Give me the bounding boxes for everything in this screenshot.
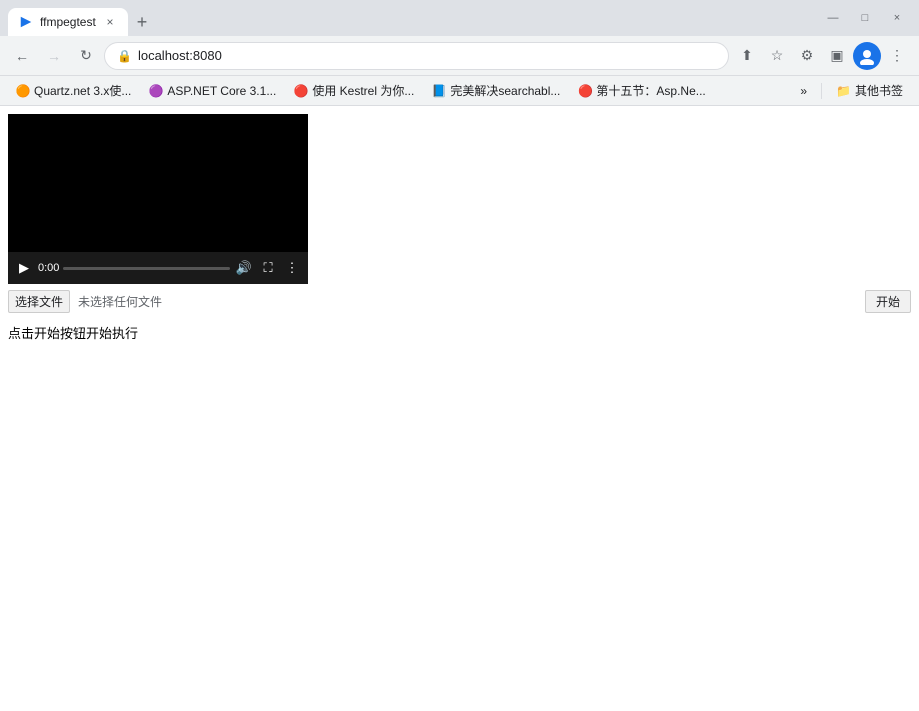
bookmark-label-quartz: Quartz.net 3.x使... bbox=[34, 82, 131, 99]
bookmark-favicon-simple: 📘 bbox=[432, 84, 446, 98]
fullscreen-button[interactable]: ⛶ bbox=[258, 258, 278, 278]
bookmark-simple[interactable]: 📘 完美解决searchabl... bbox=[424, 79, 568, 102]
folder-icon: 📁 bbox=[836, 84, 851, 98]
status-text: 点击开始按钮开始执行 bbox=[8, 323, 911, 342]
video-controls-bar: ▶ 0:00 🔊 ⛶ ⋮ bbox=[8, 252, 308, 284]
bookmark-favicon-aspnet: 🟣 bbox=[149, 84, 163, 98]
video-progress-bar[interactable] bbox=[63, 267, 230, 270]
share-icon[interactable]: ⬆ bbox=[733, 42, 761, 70]
refresh-button[interactable]: ↻ bbox=[72, 42, 100, 70]
video-area[interactable] bbox=[8, 114, 308, 252]
bookmark-label-aspnet: ASP.NET Core 3.1... bbox=[167, 84, 276, 98]
menu-icon[interactable]: ⋮ bbox=[883, 42, 911, 70]
volume-button[interactable]: 🔊 bbox=[234, 258, 254, 278]
bookmark-favicon-kestrel: 🔴 bbox=[294, 84, 308, 98]
bookmark-favicon-searchable: 🔴 bbox=[578, 84, 592, 98]
file-controls-row: 选择文件 未选择任何文件 开始 bbox=[8, 290, 911, 313]
sidebar-icon[interactable]: ▣ bbox=[823, 42, 851, 70]
bookmark-label-searchable: 第十五节：Asp.Ne... bbox=[596, 82, 705, 99]
file-choose-button[interactable]: 选择文件 bbox=[8, 290, 70, 313]
bookmark-kestrel[interactable]: 🔴 使用 Kestrel 为你... bbox=[286, 79, 422, 102]
more-options-button[interactable]: ⋮ bbox=[282, 258, 302, 278]
url-bar[interactable]: 🔒 localhost:8080 bbox=[104, 42, 729, 70]
bookmark-label-kestrel: 使用 Kestrel 为你... bbox=[312, 82, 414, 99]
video-player: ▶ 0:00 🔊 ⛶ ⋮ bbox=[8, 114, 308, 284]
bookmark-folder-label: 其他书签 bbox=[855, 82, 903, 99]
bookmark-quartz[interactable]: 🟠 Quartz.net 3.x使... bbox=[8, 79, 139, 102]
maximize-button[interactable]: □ bbox=[851, 4, 879, 32]
bookmark-favicon-quartz: 🟠 bbox=[16, 84, 30, 98]
bookmark-folder-other[interactable]: 📁 其他书签 bbox=[828, 79, 911, 102]
bookmark-aspnet[interactable]: 🟣 ASP.NET Core 3.1... bbox=[141, 81, 284, 101]
page-content: ▶ 0:00 🔊 ⛶ ⋮ 选择文件 未选择任何文件 开始 点击开始按钮开始执行 bbox=[0, 106, 919, 711]
tab-title: ffmpegtest bbox=[40, 15, 96, 29]
address-bar: ← → ↻ 🔒 localhost:8080 ⬆ ☆ ⚙ ▣ ⋮ bbox=[0, 36, 919, 76]
title-bar: ffmpegtest × + — □ × bbox=[0, 0, 919, 36]
close-button[interactable]: × bbox=[883, 4, 911, 32]
toolbar-icons: ⬆ ☆ ⚙ ▣ ⋮ bbox=[733, 42, 911, 70]
window-controls: — □ × bbox=[819, 4, 911, 32]
tab-bar: ffmpegtest × + bbox=[8, 0, 811, 36]
url-text: localhost:8080 bbox=[138, 48, 716, 63]
tab-close-button[interactable]: × bbox=[102, 14, 118, 30]
browser-window: ffmpegtest × + — □ × ← → ↻ 🔒 localhost:8… bbox=[0, 0, 919, 711]
no-file-label: 未选择任何文件 bbox=[78, 293, 162, 310]
back-button[interactable]: ← bbox=[8, 42, 36, 70]
profile-avatar[interactable] bbox=[853, 42, 881, 70]
start-button[interactable]: 开始 bbox=[865, 290, 911, 313]
active-tab[interactable]: ffmpegtest × bbox=[8, 8, 128, 36]
play-button[interactable]: ▶ bbox=[14, 258, 34, 278]
bookmark-label-simple: 完美解决searchabl... bbox=[450, 82, 560, 99]
bookmarks-more-icon: » bbox=[800, 84, 807, 98]
bookmarks-more-button[interactable]: » bbox=[792, 81, 815, 101]
extension-icon[interactable]: ⚙ bbox=[793, 42, 821, 70]
tab-favicon bbox=[18, 14, 34, 30]
bookmark-star-icon[interactable]: ☆ bbox=[763, 42, 791, 70]
new-tab-button[interactable]: + bbox=[128, 8, 156, 36]
video-time: 0:00 bbox=[38, 262, 59, 274]
bookmarks-bar: 🟠 Quartz.net 3.x使... 🟣 ASP.NET Core 3.1.… bbox=[0, 76, 919, 106]
bookmarks-divider bbox=[821, 83, 822, 99]
minimize-button[interactable]: — bbox=[819, 4, 847, 32]
lock-icon: 🔒 bbox=[117, 49, 132, 63]
forward-button[interactable]: → bbox=[40, 42, 68, 70]
bookmark-searchable[interactable]: 🔴 第十五节：Asp.Ne... bbox=[570, 79, 713, 102]
